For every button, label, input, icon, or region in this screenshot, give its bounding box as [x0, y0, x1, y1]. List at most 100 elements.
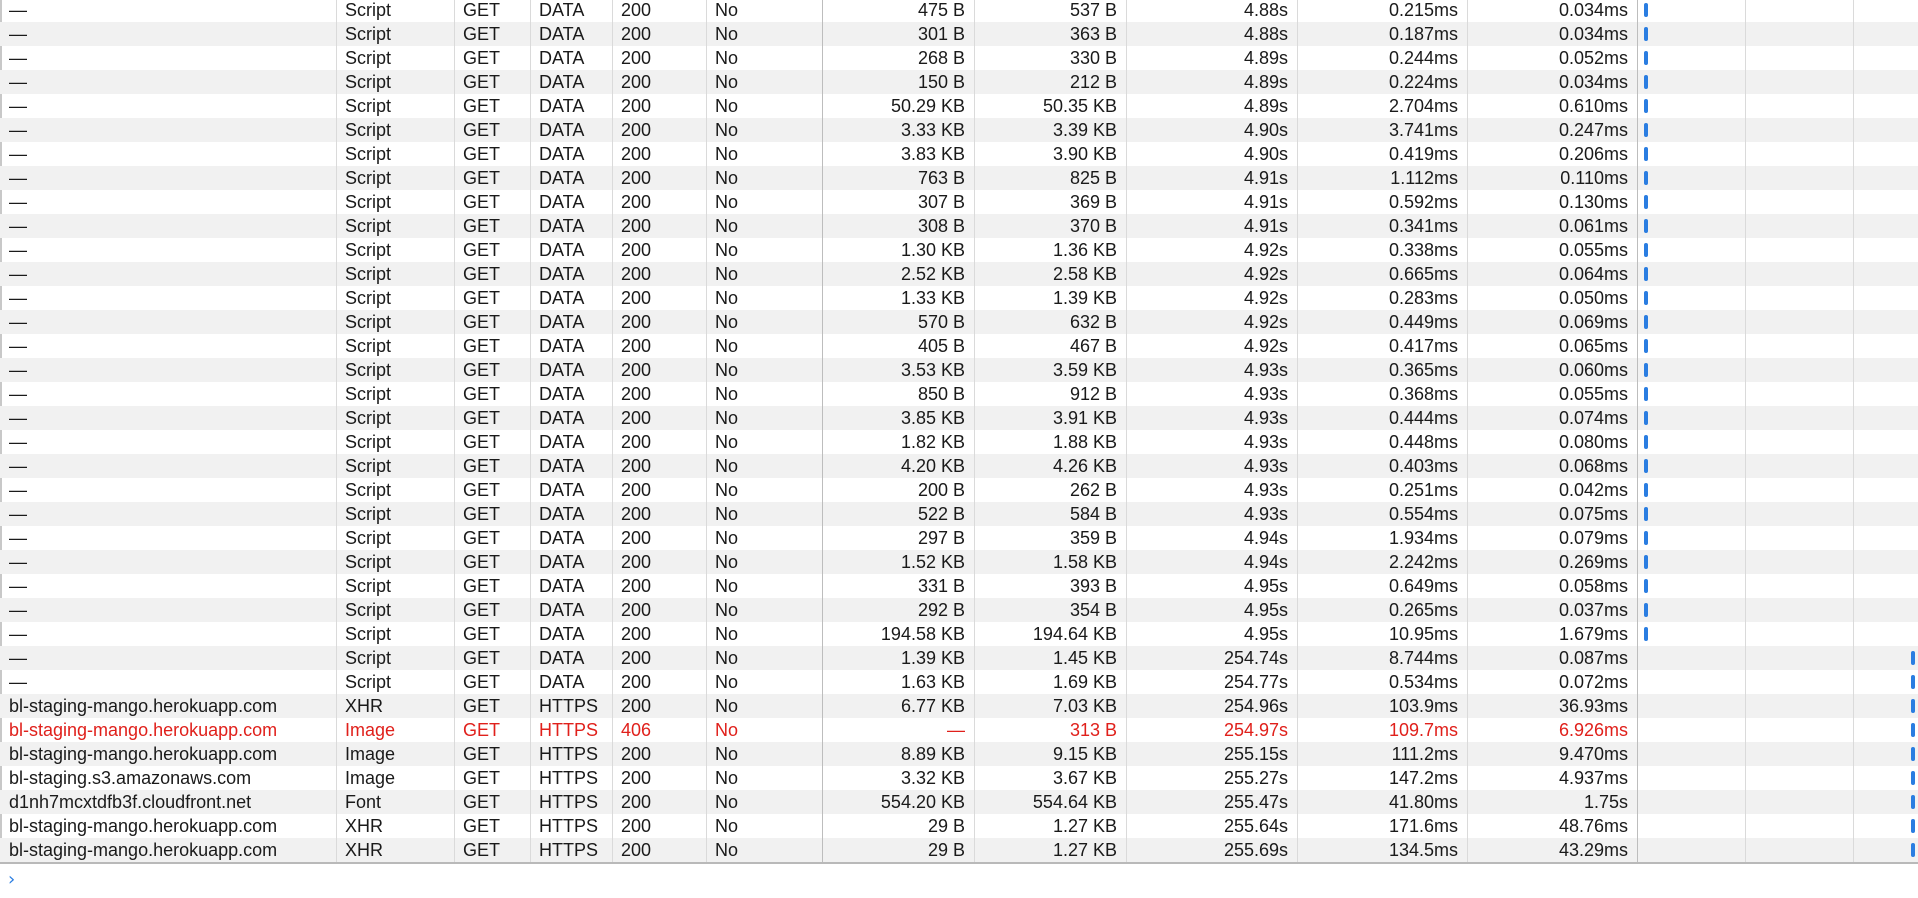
table-row[interactable]: — Script GET DATA 200 No 292 B 354 B 4.95s 0.265m…	[0, 598, 1918, 622]
table-row[interactable]: bl-staging-mango.herokuapp.com XHR GET HTTP…	[0, 838, 1918, 862]
table-row[interactable]: — Script GET DATA 200 No 1.33 KB 1.39 KB 4.92s 0.…	[0, 286, 1918, 310]
cell-name: —	[9, 120, 27, 140]
cell-cached: No	[715, 768, 739, 788]
cell-cached: No	[715, 144, 739, 164]
table-row[interactable]: — Script GET DATA 200 No 297 B 359 B 4.94s 1.934m…	[0, 526, 1918, 550]
table-row[interactable]: — Script GET DATA 200 No 1.30 KB 1.36 KB 4.92s 0.…	[0, 238, 1918, 262]
cell-start: 254.96s	[1223, 696, 1288, 716]
cell-start: 254.74s	[1223, 648, 1288, 668]
table-row[interactable]: — Script GET DATA 200 No 331 B 393 B 4.95s 0.649m…	[0, 574, 1918, 598]
cell-method: GET	[463, 216, 501, 236]
cell-transferred: 301 B	[917, 24, 965, 44]
table-row[interactable]: — Script GET DATA 200 No 1.63 KB 1.69 KB 254.77s…	[0, 670, 1918, 694]
cell-status: 200	[621, 648, 652, 668]
console-prompt-bar[interactable]: ›	[0, 864, 1918, 898]
cell-duration: 0.247ms	[1558, 120, 1628, 140]
table-row[interactable]: — Script GET DATA 200 No 1.82 KB 1.88 KB 4.93s 0.…	[0, 430, 1918, 454]
cell-scheme: DATA	[539, 24, 585, 44]
cell-transferred: 3.83 KB	[900, 144, 965, 164]
cell-transferred: 570 B	[917, 312, 965, 332]
table-row[interactable]: — Script GET DATA 200 No 3.85 KB 3.91 KB 4.93s 0.…	[0, 406, 1918, 430]
waterfall-bar	[1644, 243, 1648, 257]
table-row[interactable]: — Script GET DATA 200 No 3.83 KB 3.90 KB 4.90s 0.…	[0, 142, 1918, 166]
cell-type: Image	[345, 720, 396, 740]
table-row[interactable]: — Script GET DATA 200 No 200 B 262 B 4.93s 0.251m…	[0, 478, 1918, 502]
cell-name: —	[9, 192, 27, 212]
table-row[interactable]: — Script GET DATA 200 No 2.52 KB 2.58 KB 4.92s 0.…	[0, 262, 1918, 286]
cell-type: Script	[345, 240, 392, 260]
cell-size: 363 B	[1069, 24, 1117, 44]
cell-start: 4.95s	[1243, 576, 1288, 596]
cell-type: Script	[345, 456, 392, 476]
table-row[interactable]: — Script GET DATA 200 No 475 B 537 B 4.88s 0.215m…	[0, 0, 1918, 22]
table-row[interactable]: bl-staging-mango.herokuapp.com XHR GET HTTP…	[0, 814, 1918, 838]
cell-scheme: HTTPS	[539, 792, 599, 812]
cell-transferred: 1.82 KB	[900, 432, 965, 452]
console-input[interactable]	[28, 868, 1892, 894]
cell-size: 3.67 KB	[1052, 768, 1117, 788]
cell-start: 4.93s	[1243, 504, 1288, 524]
cell-duration: 0.064ms	[1558, 264, 1628, 284]
cell-latency: 3.741ms	[1388, 120, 1458, 140]
cell-status: 200	[621, 240, 652, 260]
cell-cached: No	[715, 456, 739, 476]
table-row[interactable]: — Script GET DATA 200 No 307 B 369 B 4.91s 0.592m…	[0, 190, 1918, 214]
table-row[interactable]: — Script GET DATA 200 No 1.39 KB 1.45 KB 254.74s…	[0, 646, 1918, 670]
cell-size: 1.45 KB	[1052, 648, 1117, 668]
cell-status: 200	[621, 528, 652, 548]
table-row[interactable]: — Script GET DATA 200 No 301 B 363 B 4.88s 0.187m…	[0, 22, 1918, 46]
cell-method: GET	[463, 768, 501, 788]
cell-cached: No	[715, 264, 739, 284]
table-row[interactable]: — Script GET DATA 200 No 194.58 KB 194.64 KB 4.9…	[0, 622, 1918, 646]
cell-transferred: 1.39 KB	[900, 648, 965, 668]
cell-cached: No	[715, 504, 739, 524]
table-row[interactable]: — Script GET DATA 200 No 570 B 632 B 4.92s 0.449m…	[0, 310, 1918, 334]
cell-method: GET	[463, 624, 501, 644]
table-row[interactable]: — Script GET DATA 200 No 405 B 467 B 4.92s 0.417m…	[0, 334, 1918, 358]
cell-start: 4.91s	[1243, 192, 1288, 212]
waterfall-bar	[1644, 387, 1648, 401]
cell-cached: No	[715, 528, 739, 548]
cell-scheme: DATA	[539, 672, 585, 692]
cell-status: 200	[621, 24, 652, 44]
table-row[interactable]: — Script GET DATA 200 No 50.29 KB 50.35 KB 4.89s…	[0, 94, 1918, 118]
table-row[interactable]: bl-staging-mango.herokuapp.com XHR GET HTTP…	[0, 694, 1918, 718]
table-row[interactable]: bl-staging.s3.amazonaws.com Image GET HTTPS…	[0, 766, 1918, 790]
table-row[interactable]: — Script GET DATA 200 No 268 B 330 B 4.89s 0.244m…	[0, 46, 1918, 70]
cell-duration: 0.130ms	[1558, 192, 1628, 212]
cell-transferred: 1.63 KB	[900, 672, 965, 692]
table-row[interactable]: — Script GET DATA 200 No 1.52 KB 1.58 KB 4.94s 2.…	[0, 550, 1918, 574]
table-row[interactable]: — Script GET DATA 200 No 4.20 KB 4.26 KB 4.93s 0.…	[0, 454, 1918, 478]
waterfall-bar	[1644, 99, 1648, 113]
cell-latency: 0.215ms	[1388, 0, 1458, 20]
table-row[interactable]: — Script GET DATA 200 No 308 B 370 B 4.91s 0.341m…	[0, 214, 1918, 238]
cell-size: 7.03 KB	[1052, 696, 1117, 716]
cell-name: —	[9, 480, 27, 500]
table-row[interactable]: — Script GET DATA 200 No 850 B 912 B 4.93s 0.368m…	[0, 382, 1918, 406]
table-row[interactable]: — Script GET DATA 200 No 150 B 212 B 4.89s 0.224m…	[0, 70, 1918, 94]
cell-duration: 36.93ms	[1558, 696, 1628, 716]
cell-name: —	[9, 24, 27, 44]
table-row[interactable]: — Script GET DATA 200 No 522 B 584 B 4.93s 0.554m…	[0, 502, 1918, 526]
cell-name: —	[9, 576, 27, 596]
cell-size: 1.58 KB	[1052, 552, 1117, 572]
cell-transferred: 763 B	[917, 168, 965, 188]
table-row[interactable]: d1nh7mcxtdfb3f.cloudfront.net Font GET HTTP…	[0, 790, 1918, 814]
waterfall-bar	[1644, 627, 1648, 641]
cell-start: 4.92s	[1243, 288, 1288, 308]
network-request-table: — Script GET DATA 200 No 475 B 537 B 4.88s 0.215m…	[0, 0, 1918, 862]
table-row[interactable]: — Script GET DATA 200 No 763 B 825 B 4.91s 1.112m…	[0, 166, 1918, 190]
cell-cached: No	[715, 288, 739, 308]
table-row[interactable]: — Script GET DATA 200 No 3.33 KB 3.39 KB 4.90s 3.…	[0, 118, 1918, 142]
cell-latency: 0.449ms	[1388, 312, 1458, 332]
table-row[interactable]: — Script GET DATA 200 No 3.53 KB 3.59 KB 4.93s 0.…	[0, 358, 1918, 382]
cell-type: Script	[345, 0, 392, 20]
waterfall-bar	[1644, 483, 1648, 497]
table-row[interactable]: bl-staging-mango.herokuapp.com Image GET HT…	[0, 742, 1918, 766]
cell-start: 4.89s	[1243, 48, 1288, 68]
cell-method: GET	[463, 120, 501, 140]
table-row[interactable]: bl-staging-mango.herokuapp.com Image GET HT…	[0, 718, 1918, 742]
cell-latency: 134.5ms	[1388, 840, 1458, 860]
cell-latency: 0.341ms	[1388, 216, 1458, 236]
cell-duration: 0.052ms	[1558, 48, 1628, 68]
